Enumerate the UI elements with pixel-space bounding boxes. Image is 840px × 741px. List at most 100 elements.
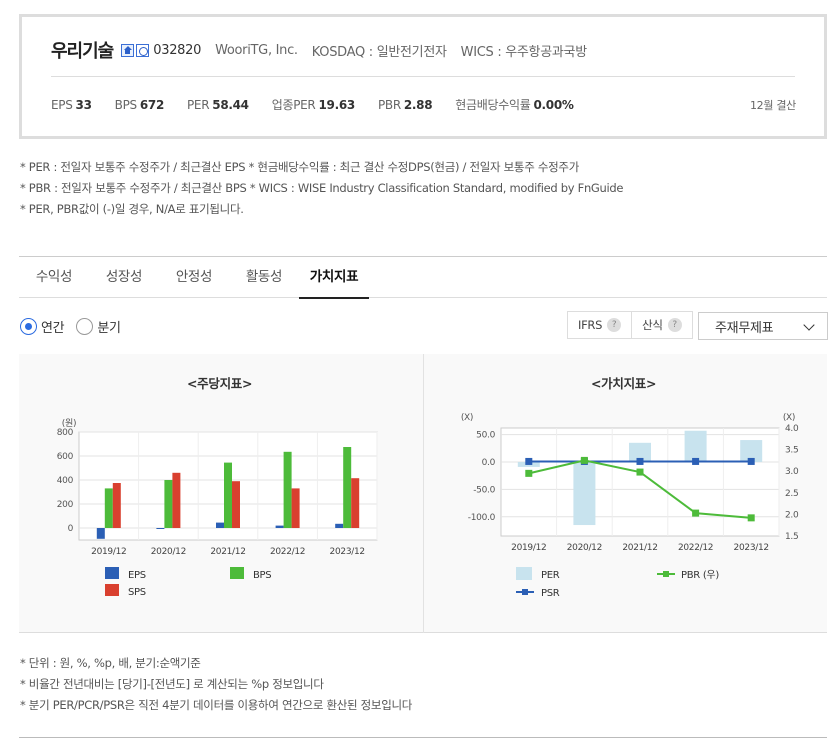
radio-quarter[interactable] — [76, 318, 94, 335]
corp-name: 우리기술 — [51, 41, 114, 62]
radio-annual-label[interactable]: 연간 — [41, 317, 65, 336]
bar-eps — [96, 528, 105, 539]
bar-eps — [275, 525, 284, 528]
tab-stability[interactable]: 안정성 — [159, 257, 229, 297]
x-tick-label: 2019/12 — [511, 543, 546, 553]
note-line: * PBR : 전일자 보통주 수정주가 / 최근결산 BPS * WICS :… — [20, 181, 624, 195]
stat-bps: BPS 672 — [114, 97, 165, 112]
y-tick-label: 0 — [68, 524, 74, 534]
legend-label: BPS — [253, 570, 271, 581]
bar-sps — [351, 478, 360, 528]
corp-stats: EPS 33 BPS 672 PER 58.44 업종PER 19.63 PBR 2.88… — [51, 96, 597, 113]
point-psr — [636, 457, 644, 465]
corp-wics: WICS : 우주항공과국방 — [460, 44, 587, 60]
y-right-tick-label: 2.0 — [785, 510, 799, 520]
legend-label: EPS — [128, 570, 146, 581]
help-icon[interactable]: ? — [667, 318, 682, 332]
y-tick-label: 600 — [57, 452, 74, 462]
y-left-unit-label: (X) — [461, 413, 473, 423]
legend-swatch — [522, 589, 528, 595]
bar-eps — [216, 522, 224, 528]
y-tick-label: 800 — [57, 428, 74, 438]
corp-header: 우리기술 032820 WooriTG, Inc. KOSDAQ : 일반전기전… — [51, 37, 587, 63]
y-left-tick-label: 0.0 — [482, 458, 496, 468]
y-right-tick-label: 3.0 — [785, 467, 799, 477]
note-line: * PER, PBR값이 (-)일 경우, N/A로 표기됩니다. — [20, 202, 244, 216]
bar-per — [684, 430, 707, 462]
settlement-month: 12월 결산 — [749, 99, 796, 112]
stat-eps: EPS 33 — [51, 97, 92, 112]
stat-industry-per: 업종PER 19.63 — [271, 98, 356, 112]
point-pbr — [692, 509, 700, 517]
note-line: * 단위 : 원, %, %p, 배, 분기:순액기준 — [20, 656, 201, 670]
tab-profitability[interactable]: 수익성 — [19, 257, 89, 297]
y-right-unit-label: (X) — [783, 413, 795, 423]
corp-summary-box: 우리기술 032820 WooriTG, Inc. KOSDAQ : 일반전기전… — [19, 14, 827, 139]
bar-sps — [291, 488, 300, 528]
legend-swatch — [516, 567, 532, 580]
y-tick-label: 200 — [57, 500, 74, 510]
valuation-chart: 50.0 0.0 -50.0 -100.0 4.0 3.5 3.0 2.5 2.0 1.5 (X) (… — [461, 413, 799, 599]
y-right-tick-label: 4.0 — [785, 424, 799, 434]
per-share-chart: 0 200 400 600 800(원) 2019/12 2020/12 2021/12 202… — [57, 418, 378, 598]
help-icon[interactable]: ? — [607, 318, 622, 332]
note-line: * 비율간 전년대비는 [당기]-[전년도] 로 계산되는 %p 정보입니다 — [20, 677, 324, 691]
point-psr — [525, 457, 533, 465]
y-right-tick-label: 1.5 — [785, 532, 798, 542]
chart-panel: <주당지표> <가치지표> 0 200 400 600 800 (원) 2019/12 202… — [19, 354, 827, 633]
bar-bps — [164, 480, 173, 528]
statement-select[interactable]: 주재무제표 — [698, 312, 828, 340]
bar-bps — [283, 451, 292, 528]
tab-valuation[interactable]: 가치지표 — [299, 257, 369, 299]
y-left-tick-label: -50.0 — [473, 485, 495, 495]
tab-growth[interactable]: 성장성 — [89, 257, 159, 297]
bar-sps — [112, 483, 121, 528]
y-tick-label: 400 — [57, 476, 74, 486]
legend-swatch — [105, 584, 119, 596]
legend-label: PBR (우) — [681, 569, 719, 581]
x-tick-label: 2020/12 — [567, 543, 602, 553]
corp-english-name: WooriTG, Inc. — [215, 42, 298, 58]
formula-button[interactable]: 산식? — [632, 311, 693, 339]
x-tick-label: 2021/12 — [622, 543, 657, 553]
bar-eps — [156, 528, 165, 529]
bar-sps — [172, 472, 181, 528]
period-selector: 연간 분기 — [20, 317, 133, 336]
x-tick-label: 2021/12 — [210, 547, 245, 557]
y-right-tick-label: 2.5 — [785, 489, 798, 499]
x-tick-label: 2023/12 — [330, 547, 365, 557]
point-pbr — [525, 469, 533, 477]
point-psr — [692, 457, 700, 465]
legend-swatch — [230, 567, 244, 579]
x-tick-label: 2022/12 — [678, 543, 713, 553]
stat-per: PER 58.44 — [187, 97, 249, 112]
building-icon[interactable] — [136, 43, 150, 57]
ratio-tabs: 수익성 성장성 안정성 활동성 가치지표 — [19, 256, 827, 299]
divider — [51, 76, 795, 77]
y-left-tick-label: -100.0 — [468, 513, 496, 523]
bar-bps — [224, 462, 232, 528]
corp-market: KOSDAQ : 일반전기전자 — [311, 44, 447, 60]
note-line: * 분기 PER/PCR/PSR은 직전 4분기 데이터를 이용하여 연간으로 … — [20, 698, 413, 712]
radio-quarter-label[interactable]: 분기 — [97, 317, 121, 336]
home-icon[interactable] — [121, 43, 135, 57]
bar-sps — [232, 481, 240, 528]
point-pbr — [747, 514, 755, 522]
x-tick-label: 2019/12 — [91, 547, 126, 557]
note-line: * PER : 전일자 보통주 수정주가 / 최근결산 EPS * 현금배당수익… — [20, 160, 579, 174]
point-psr — [747, 457, 755, 465]
tab-activity[interactable]: 활동성 — [229, 257, 299, 297]
point-pbr — [580, 456, 588, 464]
definition-notes: * PER : 전일자 보통주 수정주가 / 최근결산 EPS * 현금배당수익… — [20, 157, 624, 220]
bar-bps — [343, 447, 352, 528]
x-tick-label: 2022/12 — [270, 547, 305, 557]
y-unit-label: (원) — [62, 418, 76, 429]
ifrs-button[interactable]: IFRS? — [567, 311, 633, 339]
stat-dividend-yield: 현금배당수익률 0.00% — [455, 98, 574, 112]
unit-notes: * 단위 : 원, %, %p, 배, 분기:순액기준 * 비율간 전년대비는 … — [20, 653, 412, 716]
radio-annual[interactable] — [20, 318, 37, 335]
bar-eps — [335, 523, 344, 528]
control-buttons: IFRS? 산식? — [567, 311, 693, 339]
bar-per — [573, 461, 596, 526]
stat-pbr: PBR 2.88 — [377, 97, 433, 112]
